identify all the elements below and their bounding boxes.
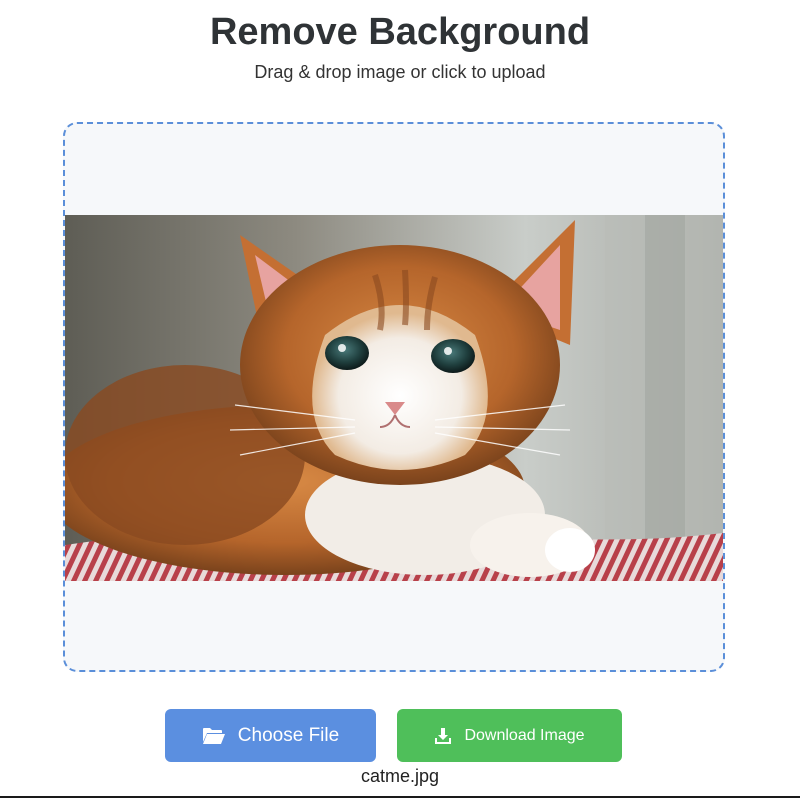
download-icon <box>434 727 452 745</box>
upload-dropzone[interactable] <box>63 122 725 672</box>
download-image-label: Download Image <box>464 726 585 744</box>
image-preview <box>65 215 723 581</box>
folder-open-icon <box>202 727 226 745</box>
page-title: Remove Background <box>209 11 591 53</box>
bottom-divider <box>0 796 800 798</box>
choose-file-button[interactable]: Choose File <box>165 709 376 762</box>
kitten-photo <box>65 215 723 581</box>
selected-file-name: catme.jpg <box>360 766 440 786</box>
choose-file-label: Choose File <box>237 724 340 746</box>
download-image-button[interactable]: Download Image <box>397 709 622 762</box>
page-subtitle: Drag & drop image or click to upload <box>254 62 546 82</box>
page: Remove Background Drag & drop image or c… <box>0 0 800 800</box>
